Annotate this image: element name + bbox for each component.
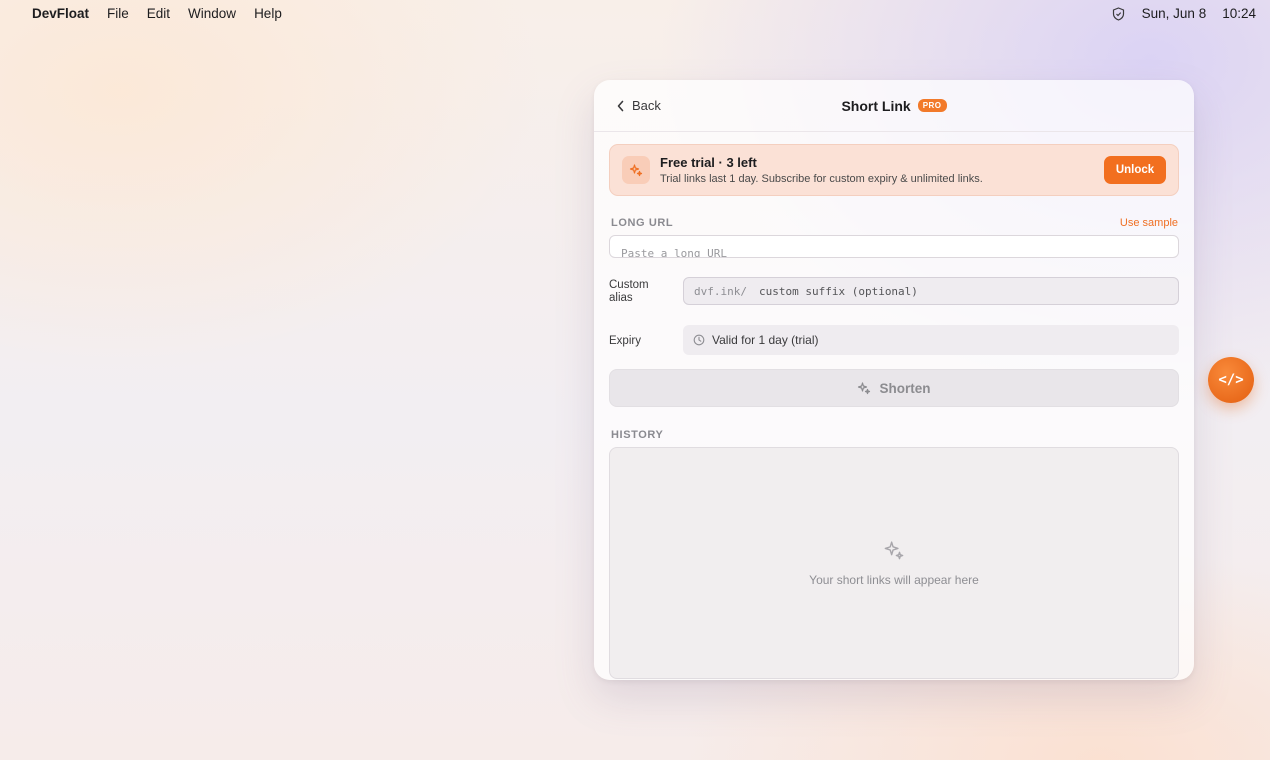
- menu-file[interactable]: File: [107, 6, 129, 21]
- custom-alias-label: Custom alias: [609, 279, 649, 304]
- menu-time[interactable]: 10:24: [1222, 6, 1256, 21]
- short-link-panel: Back Short Link PRO Free trial · 3 left …: [594, 80, 1194, 680]
- unlock-button[interactable]: Unlock: [1104, 156, 1166, 184]
- back-button[interactable]: Back: [616, 98, 661, 113]
- long-url-input[interactable]: Paste a long URL: [609, 235, 1179, 258]
- title-wrap: Short Link PRO: [841, 97, 947, 114]
- history-empty-text: Your short links will appear here: [809, 573, 979, 587]
- trial-banner: Free trial · 3 left Trial links last 1 d…: [609, 144, 1179, 196]
- custom-alias-input[interactable]: dvf.ink/ custom suffix (optional): [683, 277, 1179, 305]
- clock-icon: [693, 334, 705, 346]
- long-url-label: LONG URL: [611, 217, 674, 229]
- menu-edit[interactable]: Edit: [147, 6, 170, 21]
- page-title: Short Link: [841, 97, 911, 114]
- shorten-button[interactable]: Shorten: [609, 369, 1179, 407]
- expiry-field: Valid for 1 day (trial): [683, 325, 1179, 355]
- status-area: Sun, Jun 8 10:24: [1112, 6, 1256, 21]
- trial-text: Free trial · 3 left Trial links last 1 d…: [660, 155, 1104, 185]
- code-icon: </>: [1218, 372, 1244, 388]
- history-list: Your short links will appear here: [609, 447, 1179, 679]
- menu-help[interactable]: Help: [254, 6, 282, 21]
- shield-icon[interactable]: [1112, 6, 1126, 21]
- chevron-left-icon: [617, 100, 624, 111]
- pro-badge: PRO: [917, 99, 947, 112]
- back-label: Back: [632, 98, 661, 113]
- code-toggle-button[interactable]: </>: [1208, 357, 1254, 403]
- expiry-label: Expiry: [609, 335, 641, 347]
- app-menu-name[interactable]: DevFloat: [32, 6, 89, 21]
- panel-header: Back Short Link PRO: [594, 80, 1194, 132]
- sparkles-icon: [858, 382, 871, 395]
- sparkles-icon: [884, 541, 904, 560]
- use-sample-link[interactable]: Use sample: [1120, 217, 1178, 229]
- menu-window[interactable]: Window: [188, 6, 236, 21]
- alias-prefix: dvf.ink/: [694, 284, 747, 298]
- expiry-value: Valid for 1 day (trial): [712, 333, 819, 347]
- sparkles-icon: [622, 156, 650, 184]
- menu-date[interactable]: Sun, Jun 8: [1142, 6, 1207, 21]
- trial-subtitle: Trial links last 1 day. Subscribe for cu…: [660, 173, 983, 185]
- menu-bar: DevFloat File Edit Window Help Sun, Jun …: [0, 0, 1270, 27]
- alias-placeholder: custom suffix (optional): [758, 284, 918, 298]
- trial-title: Free trial · 3 left: [660, 155, 757, 170]
- history-label: HISTORY: [611, 429, 664, 441]
- shorten-label: Shorten: [879, 380, 931, 396]
